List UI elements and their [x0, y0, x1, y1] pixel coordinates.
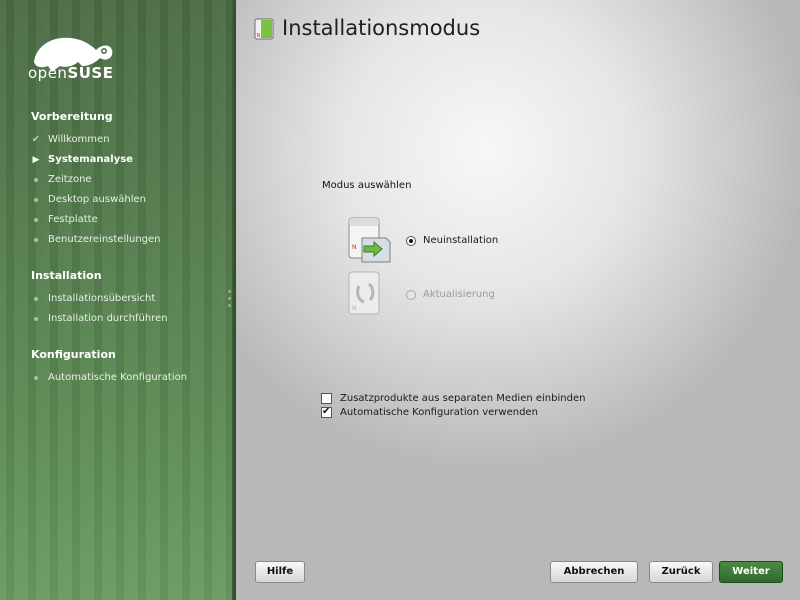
svg-text:N: N — [352, 244, 357, 251]
section-title-konfiguration: Konfiguration — [31, 348, 116, 361]
main-panel: N Installationsmodus Modus auswählen N N… — [236, 0, 800, 600]
checkmark-icon: ✔ — [31, 134, 41, 145]
step-label: Desktop auswählen — [48, 194, 147, 205]
step-label: Automatische Konfiguration — [48, 372, 188, 383]
radio-label: Neuinstallation — [423, 235, 499, 246]
brand-prefix: open — [28, 64, 68, 82]
checkbox-icon[interactable] — [321, 393, 332, 404]
mode-group-label: Modus auswählen — [322, 180, 412, 191]
step-label: Willkommen — [48, 134, 110, 145]
new-installation-icon: N — [348, 217, 391, 263]
checkbox-icon[interactable] — [321, 405, 332, 419]
bullet-icon — [30, 193, 42, 207]
svg-text:N: N — [257, 33, 261, 39]
radio-button-icon[interactable] — [406, 290, 416, 300]
sidebar-splitter-handle[interactable] — [228, 290, 232, 312]
svg-text:N: N — [352, 305, 357, 312]
checkbox-label: Zusatzprodukte aus separaten Medien einb… — [340, 393, 586, 404]
installation-mode-icon: N — [254, 18, 274, 40]
page-title: Installationsmodus — [282, 16, 481, 40]
step-label: Installationsübersicht — [48, 293, 156, 304]
step-label: Zeitzone — [48, 174, 92, 185]
play-arrow-icon: ▶ — [32, 155, 40, 165]
step-label: Festplatte — [48, 214, 98, 225]
section-title-vorbereitung: Vorbereitung — [31, 110, 113, 123]
bullet-icon — [30, 312, 42, 326]
section-title-installation: Installation — [31, 269, 102, 282]
step-label: Systemanalyse — [48, 154, 133, 165]
radio-label: Aktualisierung — [423, 289, 495, 300]
radio-button-icon[interactable] — [406, 236, 416, 246]
next-button[interactable]: Weiter — [719, 561, 783, 583]
back-button[interactable]: Zurück — [649, 561, 713, 583]
help-button[interactable]: Hilfe — [255, 561, 305, 583]
bullet-icon — [30, 213, 42, 227]
checkbox-label: Automatische Konfiguration verwenden — [340, 407, 538, 418]
step-label: Installation durchführen — [48, 313, 168, 324]
bullet-icon — [30, 371, 42, 385]
update-icon: N — [348, 271, 380, 315]
sidebar: openSUSE Vorbereitung ✔ Willkommen ▶ Sys… — [0, 0, 236, 600]
step-label: Benutzereinstellungen — [48, 234, 161, 245]
abort-button[interactable]: Abbrechen — [550, 561, 638, 583]
bullet-icon — [30, 173, 42, 187]
brand-wordmark: openSUSE — [28, 64, 113, 82]
brand-name: SUSE — [67, 64, 114, 82]
bullet-icon — [30, 292, 42, 306]
bullet-icon — [30, 233, 42, 247]
